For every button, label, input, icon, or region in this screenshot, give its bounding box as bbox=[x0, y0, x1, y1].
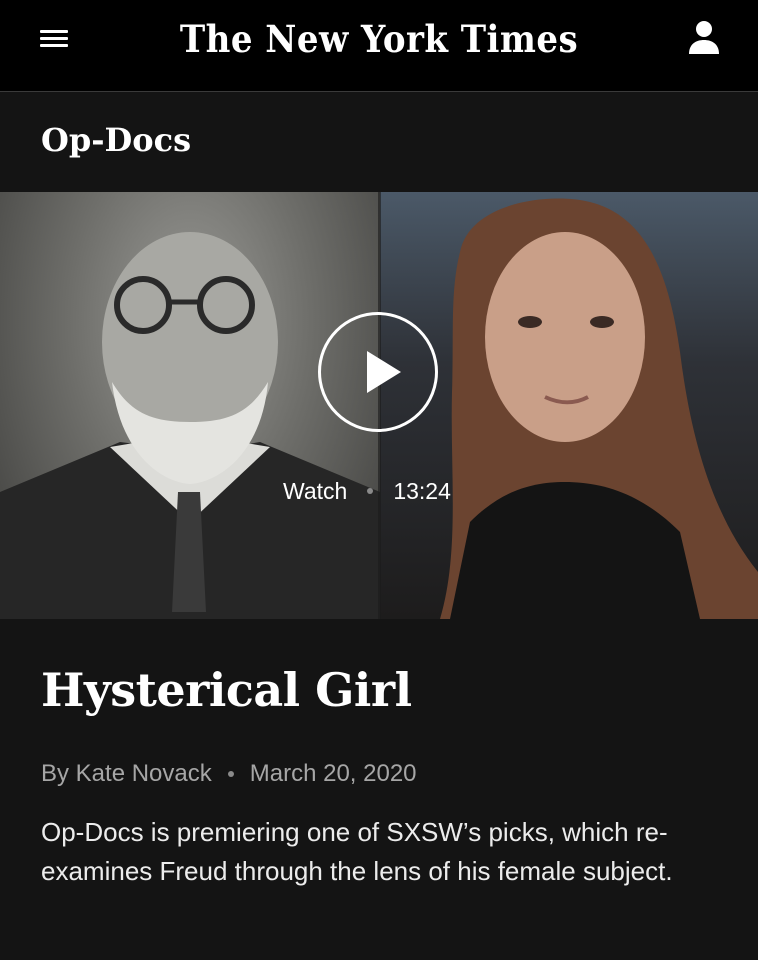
video-player[interactable]: Watch 13:24 bbox=[0, 192, 758, 619]
section-title[interactable]: Op-Docs bbox=[41, 118, 191, 162]
article-summary: Op-Docs is premiering one of SXSW’s pick… bbox=[41, 817, 673, 886]
user-account-icon[interactable] bbox=[686, 18, 722, 58]
separator-dot bbox=[367, 488, 374, 494]
play-icon bbox=[367, 351, 401, 393]
article-date: March 20, 2020 bbox=[249, 760, 417, 787]
video-meta: Watch 13:24 bbox=[283, 475, 451, 507]
article-byline: By Kate Novack bbox=[41, 760, 212, 787]
masthead-logo[interactable]: The New York Times bbox=[168, 14, 589, 64]
play-button[interactable] bbox=[318, 312, 438, 432]
watch-label: Watch bbox=[283, 477, 348, 504]
video-duration: 13:24 bbox=[393, 477, 451, 504]
hamburger-menu-icon[interactable] bbox=[38, 25, 70, 53]
article-headline[interactable]: Hysterical Girl bbox=[41, 660, 412, 720]
video-still-right bbox=[380, 192, 758, 619]
top-navigation-bar: The New York Times bbox=[0, 0, 758, 92]
byline-row: By Kate Novack March 20, 2020 bbox=[41, 756, 417, 792]
separator-dot bbox=[227, 771, 234, 777]
